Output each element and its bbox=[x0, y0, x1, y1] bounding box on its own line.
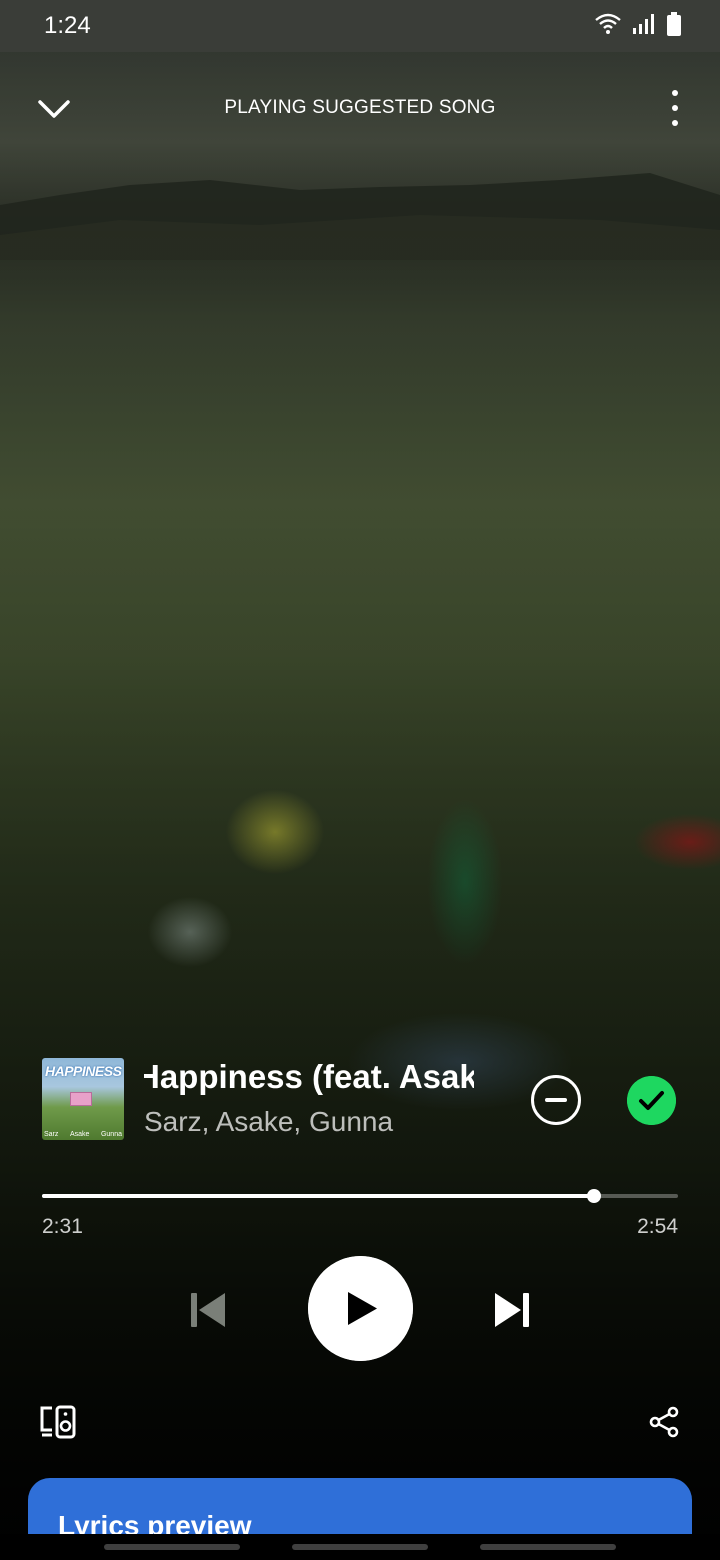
share-icon[interactable] bbox=[648, 1406, 680, 1438]
status-time: 1:24 bbox=[44, 12, 91, 39]
more-vertical-icon[interactable] bbox=[670, 90, 680, 126]
cover-name: Sarz bbox=[44, 1131, 59, 1138]
wifi-icon bbox=[595, 13, 621, 34]
play-icon[interactable] bbox=[308, 1256, 413, 1361]
cover-house-graphic bbox=[70, 1092, 92, 1106]
skip-previous-icon[interactable] bbox=[188, 1290, 228, 1330]
album-cover[interactable]: HAPPINESS Sarz Asake Gunna bbox=[42, 1058, 124, 1140]
song-title: Happiness (feat. Asake) bbox=[144, 1058, 474, 1095]
minus-circle-icon[interactable] bbox=[531, 1075, 581, 1125]
cover-title-text: HAPPINESS bbox=[45, 1063, 122, 1079]
song-title-marquee[interactable]: Happiness (feat. Asake) bbox=[144, 1058, 474, 1106]
battery-icon bbox=[667, 12, 681, 36]
system-nav-bar bbox=[0, 1534, 720, 1560]
total-time: 2:54 bbox=[637, 1215, 678, 1238]
nav-home-pill[interactable] bbox=[292, 1544, 428, 1550]
cover-artist-names: Sarz Asake Gunna bbox=[44, 1131, 122, 1138]
status-bar: 1:24 bbox=[0, 0, 720, 52]
nav-back-pill[interactable] bbox=[480, 1544, 616, 1550]
progress-fill bbox=[42, 1194, 595, 1198]
progress-bar[interactable] bbox=[42, 1189, 678, 1203]
playing-context-title: PLAYING SUGGESTED SONG bbox=[224, 97, 496, 118]
status-icons bbox=[594, 12, 682, 36]
track-info: HAPPINESS Sarz Asake Gunna Happiness (fe… bbox=[42, 1058, 682, 1142]
connect-devices-icon[interactable] bbox=[38, 1404, 78, 1440]
cover-name: Asake bbox=[69, 1131, 90, 1138]
player-header: PLAYING SUGGESTED SONG bbox=[0, 80, 720, 136]
skip-next-icon[interactable] bbox=[492, 1290, 532, 1330]
nav-recents-pill[interactable] bbox=[104, 1544, 240, 1550]
signal-icon bbox=[633, 14, 654, 34]
song-artists[interactable]: Sarz, Asake, Gunna bbox=[144, 1106, 393, 1138]
check-circle-icon[interactable] bbox=[627, 1076, 676, 1125]
progress-handle[interactable] bbox=[587, 1189, 602, 1203]
cover-name: Gunna bbox=[100, 1131, 122, 1138]
playback-controls bbox=[0, 1256, 720, 1362]
elapsed-time: 2:31 bbox=[42, 1215, 83, 1238]
